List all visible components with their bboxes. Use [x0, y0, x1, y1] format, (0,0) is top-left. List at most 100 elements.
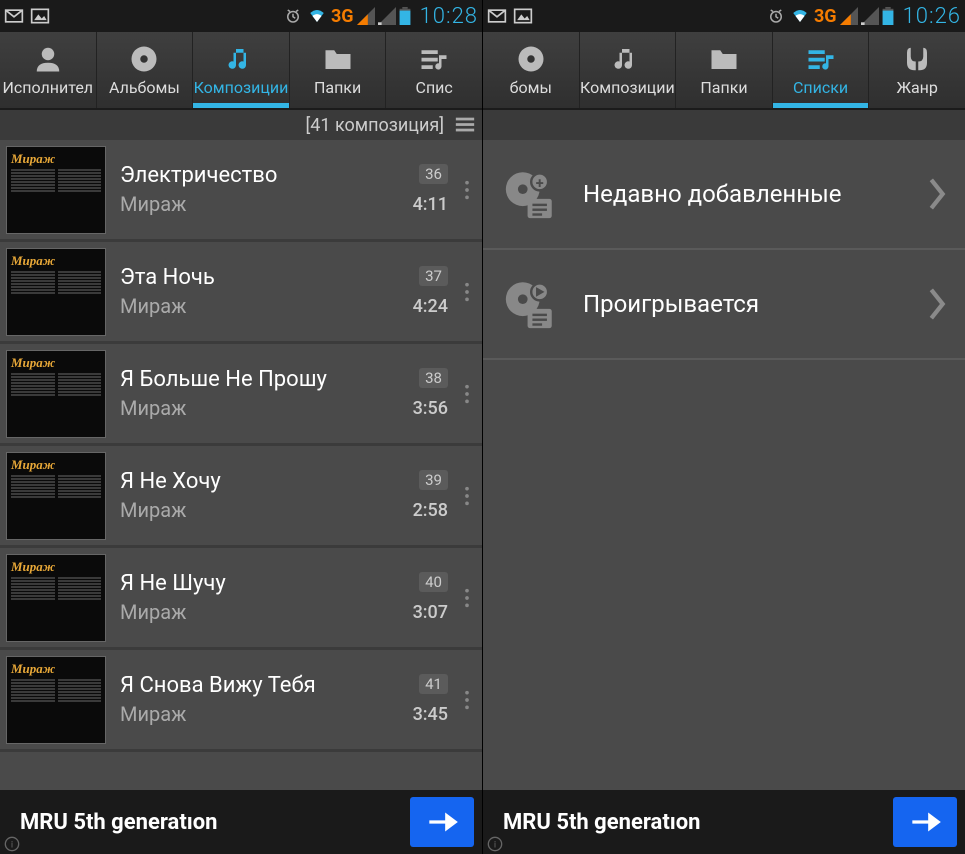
- tab-genre[interactable]: Жанр: [869, 32, 965, 108]
- tab-label: Списки: [793, 78, 848, 97]
- track-menu-button[interactable]: [452, 281, 482, 303]
- tab-bar: бомыКомпозицииПапки Списки Жанр: [483, 32, 965, 110]
- album-cover-title: Мираж: [11, 457, 101, 473]
- tab-folders[interactable]: Папки: [676, 32, 773, 108]
- track-row[interactable]: МиражЯ Больше Не ПрошуМираж383:56: [0, 344, 482, 446]
- track-number: 38: [419, 368, 448, 388]
- wifi-icon: [306, 7, 328, 25]
- track-number: 40: [419, 572, 448, 592]
- tab-tracks[interactable]: Композиции: [193, 32, 290, 108]
- info-icon[interactable]: i: [487, 836, 503, 852]
- albums-icon: [516, 44, 546, 74]
- track-title: Я Больше Не Прошу: [120, 367, 396, 392]
- tab-lists[interactable]: Спис: [386, 32, 482, 108]
- tracks-icon: [226, 44, 256, 74]
- track-number: 36: [419, 164, 448, 184]
- tab-label: Композиции: [194, 78, 289, 97]
- track-number: 37: [419, 266, 448, 286]
- track-row[interactable]: Мираж Я Снова Вижу Тебя Мираж 41 3:45: [0, 650, 482, 752]
- track-count-label: [41 композиция]: [305, 115, 444, 136]
- track-title: Эта Ночь: [120, 265, 396, 290]
- album-cover-title: Мираж: [11, 559, 101, 575]
- track-duration: 3:45: [413, 704, 448, 725]
- track-menu-button[interactable]: [452, 383, 482, 405]
- arrow-right-icon: [423, 803, 461, 841]
- now-playing-bar[interactable]: MRU 5th generatıon: [483, 790, 965, 854]
- playlist-item-playing[interactable]: Проигрывается: [483, 250, 965, 360]
- track-title: Электричество: [120, 163, 396, 188]
- signal-1-icon: [357, 7, 375, 25]
- status-bar: 3G 10:26: [483, 0, 965, 32]
- vertical-dots-icon: [463, 689, 471, 711]
- vertical-dots-icon: [463, 281, 471, 303]
- tab-lists[interactable]: Списки: [773, 32, 870, 108]
- tab-label: Исполнител: [3, 78, 94, 97]
- track-duration: 3:56: [413, 398, 448, 419]
- track-artist: Мираж: [120, 600, 396, 624]
- track-menu-button[interactable]: [452, 485, 482, 507]
- album-thumbnail: Мираж: [6, 656, 106, 744]
- tab-label: Папки: [314, 78, 361, 97]
- playlist-item-recent[interactable]: + Недавно добавленные: [483, 140, 965, 250]
- tab-artists[interactable]: Исполнител: [0, 32, 97, 108]
- signal-2-icon: [378, 7, 396, 25]
- vertical-dots-icon: [463, 179, 471, 201]
- track-menu-button[interactable]: [452, 689, 482, 711]
- track-duration: 4:11: [413, 194, 448, 215]
- tab-label: Спис: [416, 78, 453, 97]
- folders-icon: [709, 44, 739, 74]
- album-thumbnail: Мираж: [6, 350, 106, 438]
- battery-icon: [399, 7, 411, 25]
- chevron-right-icon: [927, 287, 947, 321]
- album-thumbnail: Мираж: [6, 146, 106, 234]
- now-playing-icon: [501, 275, 559, 333]
- tab-tracks[interactable]: Композиции: [580, 32, 677, 108]
- svg-text:i: i: [494, 839, 496, 850]
- track-title: Я Снова Вижу Тебя: [120, 673, 396, 698]
- track-duration: 4:24: [413, 296, 448, 317]
- track-number: 41: [419, 674, 448, 694]
- recent-added-icon: +: [501, 165, 559, 223]
- tab-folders[interactable]: Папки: [290, 32, 387, 108]
- lists-icon: [806, 44, 836, 74]
- track-row[interactable]: МиражЯ Не ХочуМираж392:58: [0, 446, 482, 548]
- info-icon[interactable]: i: [4, 836, 20, 852]
- track-row[interactable]: МиражЯ Не ШучуМираж403:07: [0, 548, 482, 650]
- now-playing-title: MRU 5th generatıon: [503, 810, 893, 835]
- play-next-button[interactable]: [410, 797, 474, 847]
- clock: 10:26: [903, 4, 961, 29]
- track-row[interactable]: МиражЭлектричествоМираж364:11: [0, 140, 482, 242]
- playlist-label: Недавно добавленные: [583, 180, 903, 208]
- alarm-icon: [766, 7, 786, 25]
- vertical-dots-icon: [463, 587, 471, 609]
- genre-icon: [902, 44, 932, 74]
- track-artist: Мираж: [120, 294, 396, 318]
- phone-left: 3G 10:28 ИсполнителАльбомыКомпозицииПапк…: [0, 0, 482, 854]
- tracks-icon: [612, 44, 642, 74]
- album-cover-title: Мираж: [11, 355, 101, 371]
- track-menu-button[interactable]: [452, 587, 482, 609]
- list-toggle-icon[interactable]: [454, 114, 476, 136]
- lists-icon: [419, 44, 449, 74]
- track-title: Я Не Шучу: [120, 571, 396, 596]
- track-title: Я Не Хочу: [120, 469, 396, 494]
- wifi-icon: [789, 7, 811, 25]
- now-playing-bar[interactable]: MRU 5th generatıon: [0, 790, 482, 854]
- play-next-button[interactable]: [893, 797, 957, 847]
- battery-icon: [882, 7, 894, 25]
- album-cover-title: Мираж: [11, 253, 101, 269]
- playlist-label: Проигрывается: [583, 290, 903, 318]
- track-row[interactable]: Мираж Эта Ночь Мираж 37 4:24: [0, 242, 482, 344]
- album-thumbnail: Мираж: [6, 248, 106, 336]
- tab-label: Альбомы: [109, 78, 180, 97]
- tab-albums[interactable]: бомы: [483, 32, 580, 108]
- track-menu-button[interactable]: [452, 179, 482, 201]
- track-artist: Мираж: [120, 702, 396, 726]
- folders-icon: [323, 44, 353, 74]
- tab-albums[interactable]: Альбомы: [97, 32, 194, 108]
- network-label: 3G: [814, 6, 837, 27]
- signal-2-icon: [861, 7, 879, 25]
- album-thumbnail: Мираж: [6, 452, 106, 540]
- network-label: 3G: [331, 6, 354, 27]
- alarm-icon: [283, 7, 303, 25]
